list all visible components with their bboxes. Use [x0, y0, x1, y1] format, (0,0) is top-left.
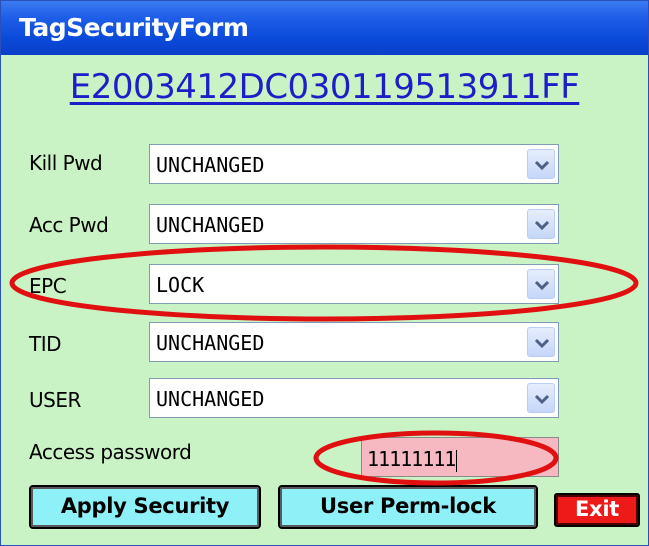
tid-dropdown-button[interactable]: [527, 327, 555, 357]
acc-pwd-dropdown[interactable]: UNCHANGED: [149, 204, 559, 244]
tid-value: UNCHANGED: [156, 331, 265, 355]
epc-dropdown[interactable]: LOCK: [149, 264, 559, 304]
user-label: USER: [29, 388, 81, 412]
window-title: TagSecurityForm: [19, 13, 249, 42]
tag-epc-id: E2003412DC030119513911FF: [69, 67, 580, 107]
epc-value: LOCK: [156, 273, 205, 297]
tid-label: TID: [29, 332, 62, 356]
access-password-input[interactable]: 11111111: [361, 437, 559, 477]
epc-dropdown-button[interactable]: [527, 269, 555, 299]
chevron-down-icon: [534, 220, 550, 231]
exit-button[interactable]: Exit: [554, 493, 640, 527]
tid-dropdown[interactable]: UNCHANGED: [149, 322, 559, 362]
user-value: UNCHANGED: [156, 387, 265, 411]
user-perm-lock-button[interactable]: User Perm-lock: [278, 485, 538, 529]
acc-pwd-value: UNCHANGED: [156, 213, 265, 237]
tag-security-window: TagSecurityForm E2003412DC030119513911FF…: [0, 0, 649, 546]
chevron-down-icon: [534, 160, 550, 171]
acc-pwd-label: Acc Pwd: [29, 213, 109, 237]
title-bar: TagSecurityForm: [1, 1, 648, 55]
kill-pwd-label: Kill Pwd: [29, 151, 103, 175]
access-password-label: Access password: [29, 440, 192, 464]
acc-pwd-dropdown-button[interactable]: [527, 209, 555, 239]
user-dropdown[interactable]: UNCHANGED: [149, 378, 559, 418]
access-password-value: 11111111: [367, 447, 458, 472]
kill-pwd-dropdown[interactable]: UNCHANGED: [149, 144, 559, 184]
apply-security-button[interactable]: Apply Security: [29, 485, 261, 529]
user-dropdown-button[interactable]: [527, 383, 555, 413]
epc-label: EPC: [29, 274, 67, 298]
chevron-down-icon: [534, 394, 550, 405]
kill-pwd-dropdown-button[interactable]: [527, 149, 555, 179]
chevron-down-icon: [534, 338, 550, 349]
kill-pwd-value: UNCHANGED: [156, 153, 265, 177]
chevron-down-icon: [534, 280, 550, 291]
